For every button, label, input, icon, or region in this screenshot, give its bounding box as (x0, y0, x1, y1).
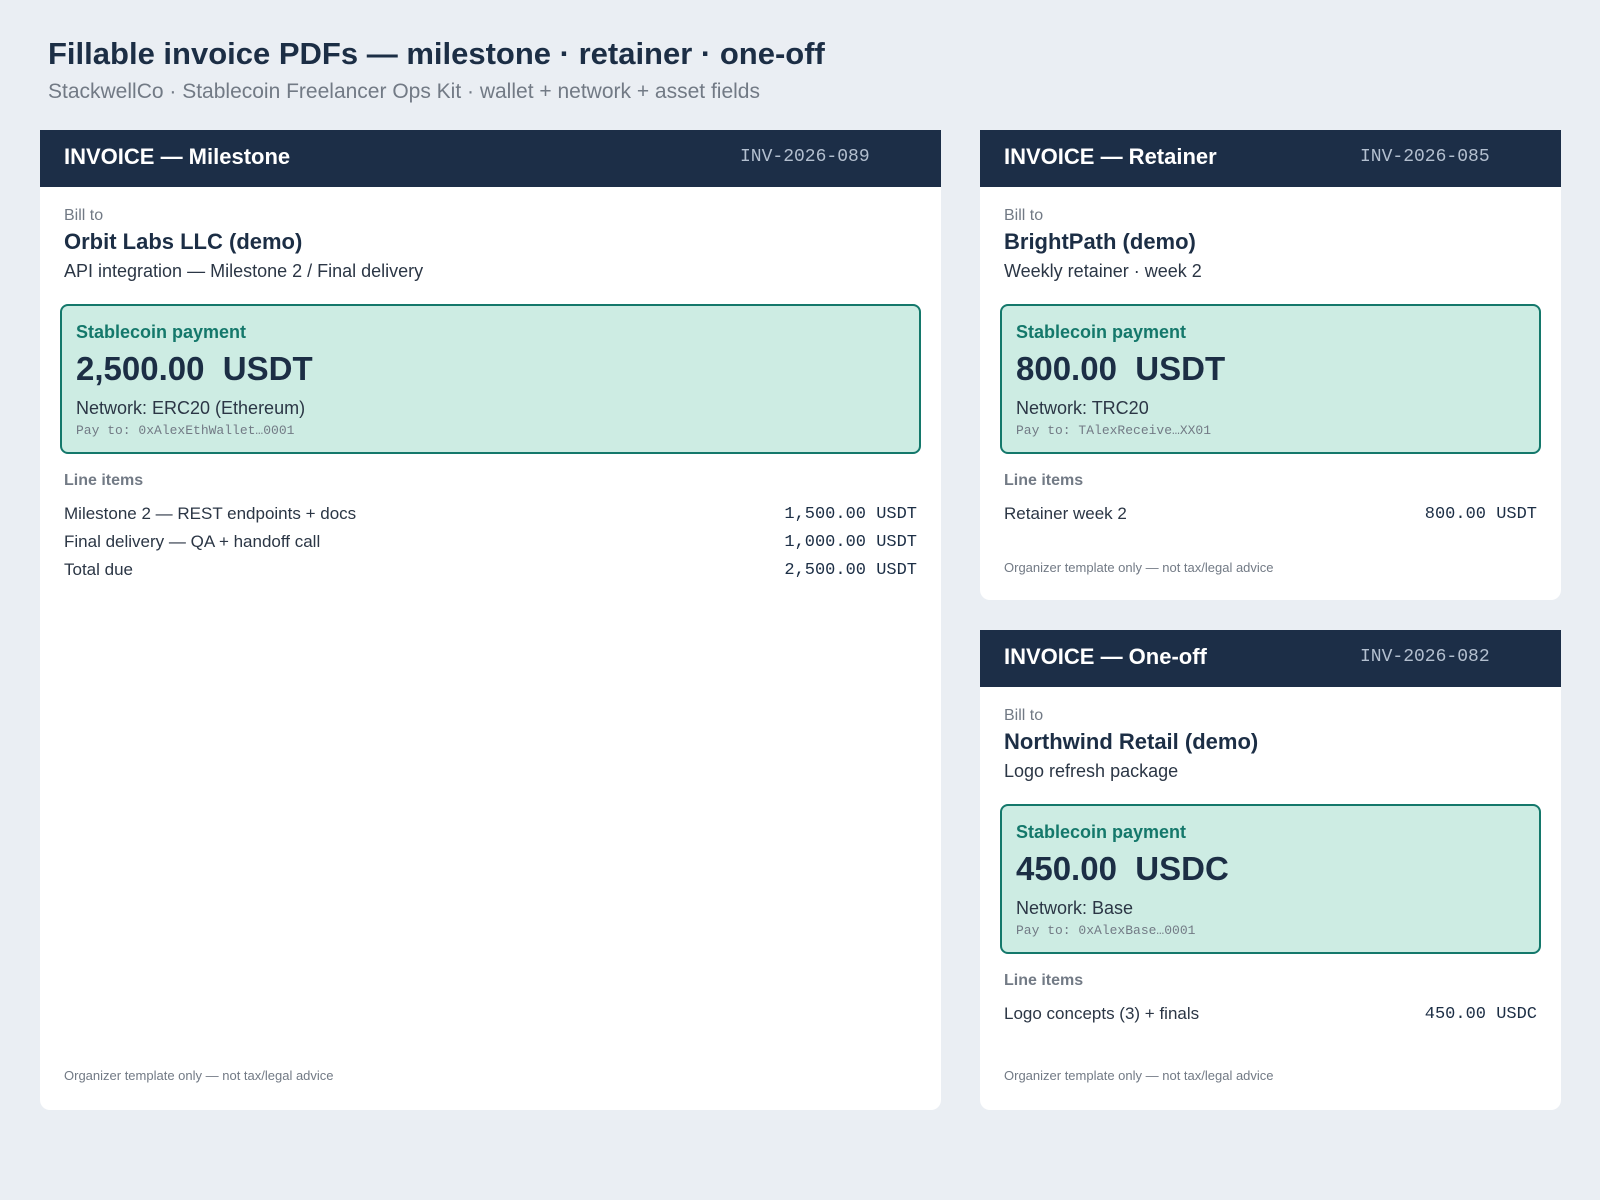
payment-amount-field[interactable]: 450.00 USDC (1016, 850, 1229, 888)
line-item: Retainer week 2 800.00 USDT (1004, 500, 1537, 528)
page-title: Fillable invoice PDFs — milestone · reta… (48, 36, 825, 71)
payment-network-field[interactable]: Network: Base (1016, 898, 1133, 919)
invoice-title: INVOICE — Retainer (1004, 144, 1217, 169)
stablecoin-payment-box: Stablecoin payment 800.00 USDT Network: … (1000, 304, 1541, 454)
bill-to-label: Bill to (64, 207, 104, 224)
payment-network-field[interactable]: Network: TRC20 (1016, 398, 1149, 419)
invoice-card-oneoff: INVOICE — One-off INV-2026-082 Bill to N… (980, 630, 1561, 1110)
invoice-number[interactable]: INV-2026-085 (1360, 147, 1490, 167)
line-items-label: Line items (1004, 472, 1084, 489)
stablecoin-payment-box: Stablecoin payment 2,500.00 USDT Network… (60, 304, 921, 454)
payment-amount-field[interactable]: 800.00 USDT (1016, 350, 1225, 388)
payment-label: Stablecoin payment (1016, 822, 1187, 842)
line-item-description[interactable]: Retainer week 2 (1004, 504, 1127, 524)
line-item: Milestone 2 — REST endpoints + docs 1,50… (64, 500, 917, 528)
disclaimer: Organizer template only — not tax/legal … (1004, 1068, 1274, 1083)
project-description-field[interactable]: API integration — Milestone 2 / Final de… (64, 261, 423, 282)
payment-label: Stablecoin payment (76, 322, 247, 342)
invoice-header: INVOICE — One-off INV-2026-082 (980, 630, 1561, 687)
total-due-amount[interactable]: 2,500.00 USDT (784, 561, 917, 580)
client-name-field[interactable]: Orbit Labs LLC (demo) (64, 229, 302, 255)
invoice-card-milestone: INVOICE — Milestone INV-2026-089 Bill to… (40, 130, 941, 1110)
invoice-header: INVOICE — Retainer INV-2026-085 (980, 130, 1561, 187)
line-items-list: Retainer week 2 800.00 USDT (1004, 500, 1537, 528)
line-item: Logo concepts (3) + finals 450.00 USDC (1004, 1000, 1537, 1028)
line-item-amount[interactable]: 1,000.00 USDT (784, 533, 917, 552)
line-item-description[interactable]: Milestone 2 — REST endpoints + docs (64, 504, 356, 524)
line-items-list: Milestone 2 — REST endpoints + docs 1,50… (64, 500, 917, 584)
invoice-title: INVOICE — Milestone (64, 144, 291, 169)
total-due-label: Total due (64, 560, 133, 579)
line-item-amount[interactable]: 800.00 USDT (1425, 505, 1537, 524)
bill-to-label: Bill to (1004, 707, 1044, 724)
page-subtitle: StackwellCo · Stablecoin Freelancer Ops … (48, 80, 760, 103)
disclaimer: Organizer template only — not tax/legal … (64, 1068, 334, 1083)
project-description-field[interactable]: Weekly retainer · week 2 (1004, 261, 1202, 282)
line-items-label: Line items (1004, 972, 1084, 989)
invoice-number[interactable]: INV-2026-082 (1360, 647, 1490, 667)
invoice-title: INVOICE — One-off (1004, 644, 1207, 669)
bill-to-label: Bill to (1004, 207, 1044, 224)
invoice-number[interactable]: INV-2026-089 (740, 147, 870, 167)
client-name-field[interactable]: BrightPath (demo) (1004, 229, 1196, 255)
line-item-amount[interactable]: 1,500.00 USDT (784, 505, 917, 524)
line-item-description[interactable]: Logo concepts (3) + finals (1004, 1004, 1199, 1024)
payment-label: Stablecoin payment (1016, 322, 1187, 342)
wallet-address-field[interactable]: Pay to: 0xAlexBase…0001 (1016, 923, 1195, 938)
line-item-amount[interactable]: 450.00 USDC (1425, 1005, 1537, 1024)
project-description-field[interactable]: Logo refresh package (1004, 761, 1178, 782)
wallet-address-field[interactable]: Pay to: 0xAlexEthWallet…0001 (76, 423, 294, 438)
client-name-field[interactable]: Northwind Retail (demo) (1004, 729, 1258, 755)
invoice-card-retainer: INVOICE — Retainer INV-2026-085 Bill to … (980, 130, 1561, 600)
total-due-row: Total due 2,500.00 USDT (64, 556, 917, 584)
line-items-list: Logo concepts (3) + finals 450.00 USDC (1004, 1000, 1537, 1028)
line-item: Final delivery — QA + handoff call 1,000… (64, 528, 917, 556)
disclaimer: Organizer template only — not tax/legal … (1004, 560, 1274, 575)
line-item-description[interactable]: Final delivery — QA + handoff call (64, 532, 320, 552)
line-items-label: Line items (64, 472, 144, 489)
wallet-address-field[interactable]: Pay to: TAlexReceive…XX01 (1016, 423, 1211, 438)
payment-amount-field[interactable]: 2,500.00 USDT (76, 350, 313, 388)
payment-network-field[interactable]: Network: ERC20 (Ethereum) (76, 398, 305, 419)
stablecoin-payment-box: Stablecoin payment 450.00 USDC Network: … (1000, 804, 1541, 954)
invoice-header: INVOICE — Milestone INV-2026-089 (40, 130, 941, 187)
